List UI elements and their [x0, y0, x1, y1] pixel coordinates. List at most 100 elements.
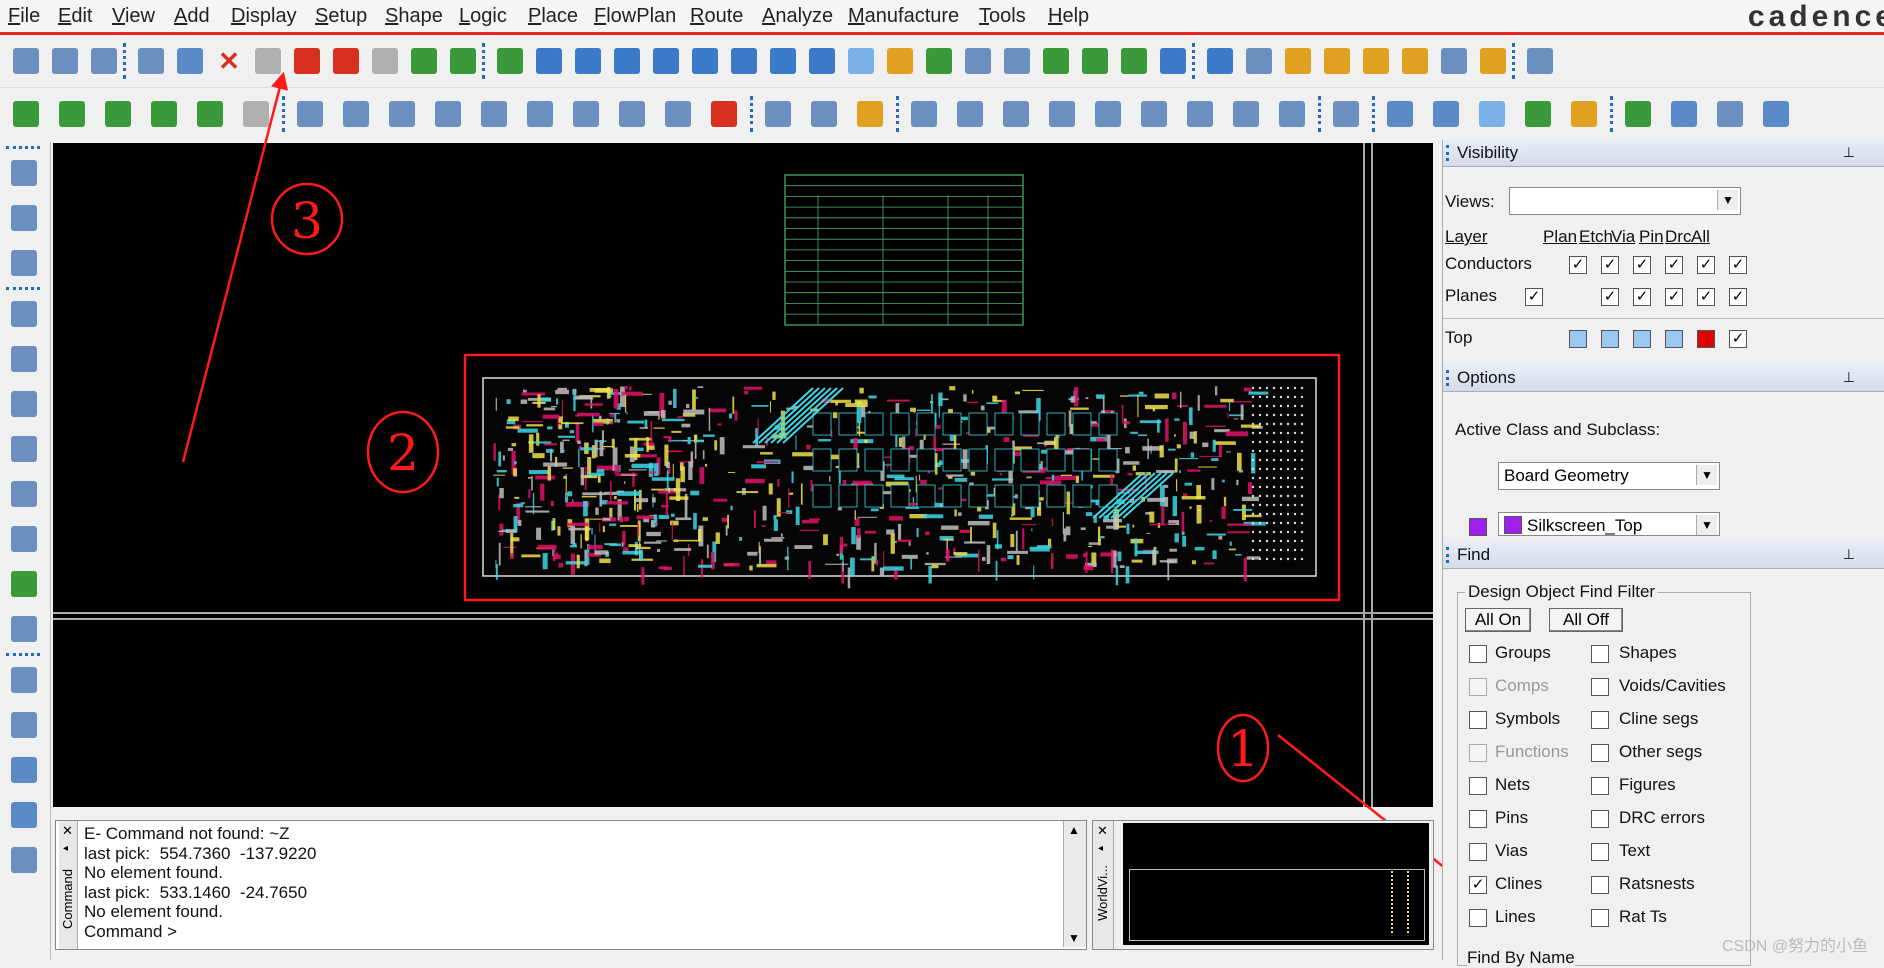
circle-button[interactable]: [384, 96, 420, 132]
no-cross-button[interactable]: [1522, 43, 1558, 79]
menu-tools[interactable]: Tools: [979, 5, 1026, 28]
open-folder-button[interactable]: [47, 43, 83, 79]
redo-down-button[interactable]: [289, 43, 325, 79]
menu-flowplan[interactable]: FlowPlan: [594, 5, 676, 28]
rect-button[interactable]: [7, 708, 41, 742]
ring-button[interactable]: [614, 96, 650, 132]
measure-button[interactable]: [852, 96, 888, 132]
bus-route-button[interactable]: [7, 477, 41, 511]
new-file-button[interactable]: [8, 43, 44, 79]
line-button[interactable]: [7, 663, 41, 697]
visibility-checkbox[interactable]: ✓: [1697, 288, 1715, 306]
slide-button[interactable]: [7, 342, 41, 376]
sun-button[interactable]: [1358, 43, 1394, 79]
delay-tune-button[interactable]: [7, 387, 41, 421]
close-icon[interactable]: ✕: [1097, 823, 1108, 839]
all-off-button[interactable]: All Off: [1549, 608, 1623, 632]
help-button[interactable]: [1758, 96, 1794, 132]
scroll-up-icon[interactable]: ▲: [1068, 823, 1080, 837]
columns-button[interactable]: [1436, 43, 1472, 79]
sun-dim-button[interactable]: [1397, 43, 1433, 79]
matrix-button[interactable]: [1182, 96, 1218, 132]
visibility-checkbox-all[interactable]: ✓: [1729, 330, 1747, 348]
undo-button[interactable]: [250, 43, 286, 79]
phase-tune-button[interactable]: [7, 612, 41, 646]
add-connect-button[interactable]: [7, 297, 41, 331]
visibility-checkbox[interactable]: ✓: [1729, 288, 1747, 306]
zoom-previous-button[interactable]: [726, 43, 762, 79]
world-button[interactable]: [1155, 43, 1191, 79]
find-checkbox-cline-segs[interactable]: [1591, 711, 1609, 729]
visibility-checkbox[interactable]: ✓: [1665, 256, 1683, 274]
ode-button[interactable]: [906, 96, 942, 132]
visibility-checkbox[interactable]: ✓: [1569, 256, 1587, 274]
find-checkbox-functions[interactable]: [1469, 744, 1487, 762]
square-button[interactable]: [568, 96, 604, 132]
menu-add[interactable]: Add: [174, 5, 210, 28]
target-button[interactable]: [1228, 96, 1264, 132]
delete-red-button[interactable]: [706, 96, 742, 132]
layer-color-swatch[interactable]: [1569, 330, 1587, 348]
color-button[interactable]: [960, 43, 996, 79]
find-checkbox-voids-cavities[interactable]: [1591, 678, 1609, 696]
menu-setup[interactable]: Setup: [315, 5, 367, 28]
envelope-button[interactable]: [1712, 96, 1748, 132]
connector-cd-button[interactable]: [7, 246, 41, 280]
menu-display[interactable]: Display: [231, 5, 297, 28]
info-button[interactable]: [1202, 43, 1238, 79]
align-button[interactable]: [7, 522, 41, 556]
u1-button[interactable]: [7, 201, 41, 235]
doc-new-button[interactable]: [1382, 96, 1418, 132]
grid-zoom-button[interactable]: [531, 43, 567, 79]
checklist-button[interactable]: [1520, 96, 1556, 132]
zoom-world-button[interactable]: [765, 43, 801, 79]
route-cross-button[interactable]: [7, 843, 41, 877]
find-checkbox-drc-errors[interactable]: [1591, 810, 1609, 828]
visibility-checkbox[interactable]: ✓: [1665, 288, 1683, 306]
zoom-in-button[interactable]: [648, 43, 684, 79]
board-route-button[interactable]: [100, 96, 136, 132]
gray-box-button[interactable]: [238, 96, 274, 132]
menu-logic[interactable]: Logic: [459, 5, 507, 28]
visibility-header-all[interactable]: All: [1691, 227, 1710, 247]
layer-color-swatch[interactable]: [1633, 330, 1651, 348]
find-checkbox-text[interactable]: [1591, 843, 1609, 861]
visibility-header-layer[interactable]: Layer: [1445, 227, 1488, 247]
flip-button[interactable]: [882, 43, 918, 79]
menu-place[interactable]: Place: [528, 5, 578, 28]
wand-button[interactable]: [1566, 96, 1602, 132]
dimension-button[interactable]: [806, 96, 842, 132]
menu-help[interactable]: Help: [1048, 5, 1089, 28]
find-checkbox-ratsnests[interactable]: [1591, 876, 1609, 894]
pin-small-icon[interactable]: ◂: [1098, 843, 1103, 854]
visibility-checkbox[interactable]: ✓: [1633, 256, 1651, 274]
copy-stack-button[interactable]: [1620, 96, 1656, 132]
visibility-header-via[interactable]: Via: [1611, 227, 1635, 247]
find-checkbox-rat-ts[interactable]: [1591, 909, 1609, 927]
command-window[interactable]: ✕ ◂ Command E- Command not found: ~Z las…: [55, 820, 1087, 950]
find-checkbox-vias[interactable]: [1469, 843, 1487, 861]
flag-button[interactable]: [1136, 96, 1172, 132]
em-button[interactable]: [1077, 43, 1113, 79]
close-icon[interactable]: ✕: [62, 823, 73, 839]
find-checkbox-groups[interactable]: [1469, 645, 1487, 663]
polygon-button[interactable]: [660, 96, 696, 132]
connector-button[interactable]: [952, 96, 988, 132]
place-manual-button[interactable]: [7, 156, 41, 190]
layer-color-swatch[interactable]: [1665, 330, 1683, 348]
save-button[interactable]: [86, 43, 122, 79]
find-checkbox-figures[interactable]: [1591, 777, 1609, 795]
rectangle-button[interactable]: [338, 96, 374, 132]
find-checkbox-clines[interactable]: ✓: [1469, 876, 1487, 894]
world-view-viewport[interactable]: [1129, 869, 1425, 941]
home-button[interactable]: [1428, 96, 1464, 132]
visibility-checkbox[interactable]: ✓: [1697, 256, 1715, 274]
zoom-window-button[interactable]: [609, 43, 645, 79]
class-dropdown[interactable]: Board Geometry ▼: [1498, 462, 1720, 490]
visibility-header-etch[interactable]: Etch: [1579, 227, 1613, 247]
scroll-down-icon[interactable]: ▼: [1068, 931, 1080, 945]
box-3d-button[interactable]: [1474, 96, 1510, 132]
brush-button[interactable]: [1319, 43, 1355, 79]
layer-color-swatch[interactable]: [1601, 330, 1619, 348]
grid-view-button[interactable]: [492, 43, 528, 79]
